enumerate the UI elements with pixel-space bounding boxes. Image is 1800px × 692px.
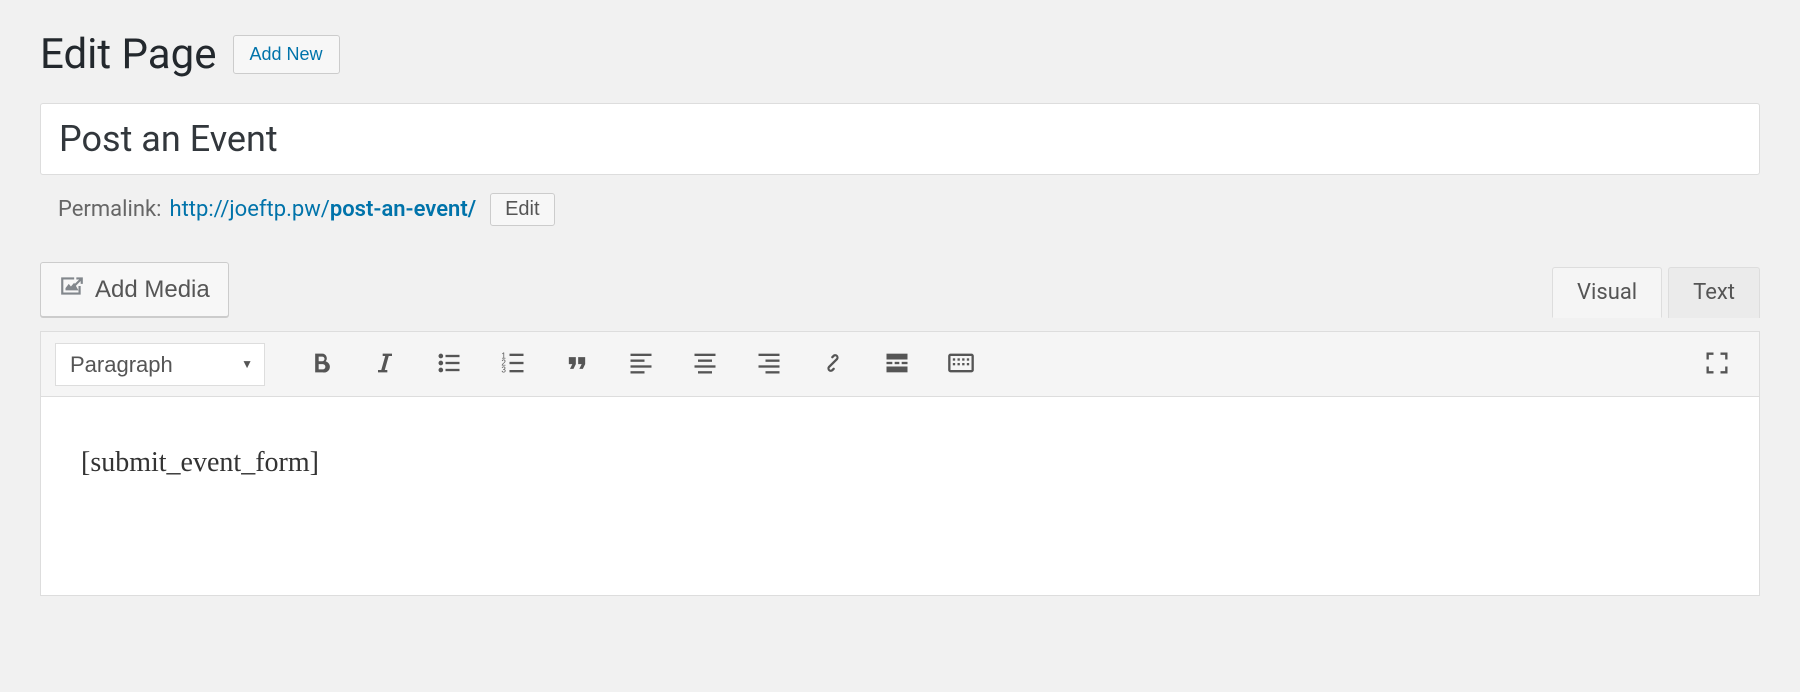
bold-icon — [307, 349, 335, 380]
blockquote-button[interactable] — [555, 342, 599, 386]
edit-permalink-button[interactable]: Edit — [490, 193, 554, 226]
read-more-icon — [883, 349, 911, 380]
permalink-link[interactable]: http://joeftp.pw/post-an-event/ — [169, 197, 476, 222]
fullscreen-button[interactable] — [1695, 342, 1739, 386]
bullet-list-button[interactable] — [427, 342, 471, 386]
editor-toolbar: Paragraph 123 — [40, 331, 1760, 396]
permalink-label: Permalink: — [58, 197, 161, 222]
paragraph-format-select[interactable]: Paragraph — [55, 343, 265, 386]
tab-text[interactable]: Text — [1668, 267, 1760, 318]
add-media-label: Add Media — [95, 276, 210, 304]
insert-link-button[interactable] — [811, 342, 855, 386]
bold-button[interactable] — [299, 342, 343, 386]
align-left-icon — [627, 349, 655, 380]
toolbar-toggle-button[interactable] — [939, 342, 983, 386]
add-media-button[interactable]: Add Media — [40, 262, 229, 317]
tab-visual[interactable]: Visual — [1552, 267, 1662, 318]
fullscreen-icon — [1703, 349, 1731, 380]
post-title-input[interactable] — [40, 103, 1760, 175]
keyboard-icon — [947, 349, 975, 380]
align-center-button[interactable] — [683, 342, 727, 386]
permalink-row: Permalink: http://joeftp.pw/post-an-even… — [58, 193, 1760, 226]
quote-icon — [563, 349, 591, 380]
align-right-button[interactable] — [747, 342, 791, 386]
link-icon — [819, 349, 847, 380]
editor-content[interactable]: [submit_event_form] — [81, 447, 1719, 479]
media-icon — [59, 273, 85, 306]
italic-icon — [371, 349, 399, 380]
align-left-button[interactable] — [619, 342, 663, 386]
add-new-button[interactable]: Add New — [233, 35, 340, 75]
insert-more-button[interactable] — [875, 342, 919, 386]
permalink-base: http://joeftp.pw/ — [169, 197, 329, 222]
bullet-list-icon — [435, 349, 463, 380]
permalink-slug: post-an-event/ — [330, 197, 476, 222]
italic-button[interactable] — [363, 342, 407, 386]
numbered-list-icon: 123 — [499, 349, 527, 380]
numbered-list-button[interactable]: 123 — [491, 342, 535, 386]
align-center-icon — [691, 349, 719, 380]
svg-text:3: 3 — [501, 365, 506, 374]
align-right-icon — [755, 349, 783, 380]
editor-body[interactable]: [submit_event_form] — [40, 396, 1760, 596]
page-heading: Edit Page — [40, 30, 217, 79]
